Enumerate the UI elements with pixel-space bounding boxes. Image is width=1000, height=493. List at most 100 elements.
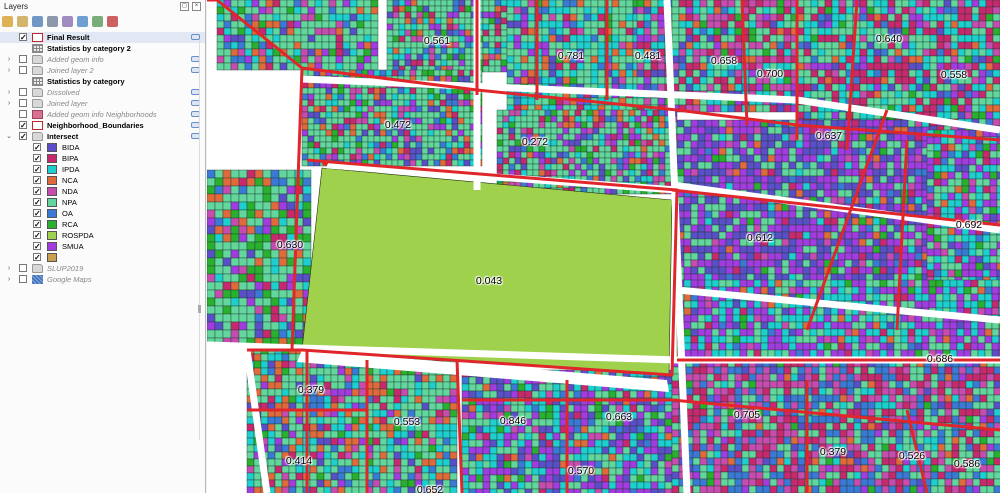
visibility-checkbox[interactable] <box>19 99 27 107</box>
layer-row[interactable]: Statistics by category <box>0 76 205 87</box>
layer-row[interactable]: Added geom info Neighborhoods <box>0 109 205 120</box>
legend-category-row[interactable]: ✓ OA <box>0 208 205 219</box>
land-parcel <box>753 168 762 177</box>
land-parcel <box>309 423 318 432</box>
open-layer-styling-icon[interactable] <box>2 15 13 27</box>
category-checkbox[interactable]: ✓ <box>33 165 41 174</box>
land-parcel <box>985 13 994 22</box>
visibility-checkbox[interactable] <box>19 110 27 118</box>
legend-category-row[interactable]: ✓ IPDA <box>0 164 205 175</box>
legend-category-row[interactable]: ✓ RCA <box>0 219 205 230</box>
category-checkbox[interactable]: ✓ <box>33 176 41 185</box>
legend-category-row[interactable]: ✓ BIDA <box>0 142 205 153</box>
land-parcel <box>625 41 634 50</box>
land-parcel <box>940 262 949 271</box>
land-parcel <box>449 472 458 481</box>
land-parcel <box>251 0 260 8</box>
land-parcel <box>583 6 592 15</box>
land-parcel <box>446 53 454 61</box>
category-checkbox[interactable]: ✓ <box>33 231 41 240</box>
category-checkbox[interactable]: ✓ <box>33 187 41 196</box>
expand-arrow-icon[interactable]: › <box>5 98 13 109</box>
legend-category-row[interactable]: ✓ SMUA <box>0 241 205 252</box>
layer-row[interactable]: › Joined layer <box>0 98 205 109</box>
land-parcel <box>873 48 882 57</box>
expand-arrow-icon[interactable]: › <box>5 263 13 274</box>
land-parcel <box>943 13 952 22</box>
legend-category-row[interactable]: ✓ NCA <box>0 175 205 186</box>
float-panel-icon[interactable]: ◻ <box>180 2 189 11</box>
close-icon[interactable]: × <box>192 2 201 11</box>
category-checkbox[interactable]: ✓ <box>33 253 41 262</box>
layer-row[interactable]: ✓ Final Result <box>0 32 205 43</box>
visibility-checkbox[interactable]: ✓ <box>19 33 27 42</box>
visibility-checkbox[interactable] <box>19 275 27 283</box>
visibility-checkbox[interactable]: ✓ <box>19 121 27 130</box>
land-parcel <box>753 300 762 309</box>
vertical-scrollbar[interactable] <box>197 40 202 440</box>
map-canvas[interactable]: 0.561 0.781 0.481 0.658 0.640 0.700 0.558 0.472… <box>207 0 1000 493</box>
visibility-checkbox[interactable] <box>19 88 27 96</box>
land-parcel <box>300 27 309 36</box>
land-parcel <box>914 286 923 295</box>
legend-category-row[interactable]: ✓ NDA <box>0 186 205 197</box>
scrollbar-thumb[interactable] <box>198 305 201 313</box>
layer-row[interactable]: Statistics by category 2 <box>0 43 205 54</box>
category-checkbox[interactable]: ✓ <box>33 242 41 251</box>
visibility-checkbox[interactable]: ✓ <box>19 132 27 141</box>
expand-arrow-icon[interactable]: › <box>5 274 13 285</box>
category-checkbox[interactable]: ✓ <box>33 143 41 152</box>
layer-row[interactable]: › Dissolved <box>0 87 205 98</box>
expand-arrow-icon[interactable]: › <box>5 65 13 76</box>
land-parcel <box>658 115 666 123</box>
visibility-checkbox[interactable] <box>19 55 27 63</box>
collapse-all-icon[interactable] <box>92 15 103 27</box>
filter-legend-icon[interactable] <box>47 15 58 27</box>
category-checkbox[interactable]: ✓ <box>33 154 41 163</box>
land-parcel <box>428 430 437 439</box>
land-parcel <box>344 458 353 467</box>
legend-category-row[interactable]: ✓ BIPA <box>0 153 205 164</box>
expand-arrow-icon[interactable]: ⌄ <box>5 131 13 142</box>
expand-arrow-icon[interactable]: › <box>5 87 13 98</box>
visibility-checkbox[interactable] <box>19 264 27 272</box>
category-checkbox[interactable]: ✓ <box>33 198 41 207</box>
land-parcel <box>781 328 790 337</box>
manage-visibility-icon[interactable] <box>32 15 43 27</box>
land-parcel <box>989 192 998 201</box>
layer-row[interactable]: › SLUP2019 <box>0 263 205 274</box>
land-parcel <box>451 123 459 131</box>
layer-row[interactable]: › Google Maps <box>0 274 205 285</box>
layer-row[interactable]: › Added geom info <box>0 54 205 65</box>
land-parcel <box>386 472 395 481</box>
legend-category-row[interactable]: ✓ ROSPDA <box>0 230 205 241</box>
category-checkbox[interactable]: ✓ <box>33 209 41 218</box>
land-parcel <box>753 335 762 344</box>
category-checkbox[interactable]: ✓ <box>33 220 41 229</box>
land-parcel <box>831 76 840 85</box>
remove-layer-icon[interactable] <box>107 15 118 27</box>
land-parcel <box>810 34 819 43</box>
legend-category-row[interactable]: ✓ NPA <box>0 197 205 208</box>
land-parcel <box>657 62 666 71</box>
land-parcel <box>697 328 706 337</box>
legend-category-row[interactable]: ✓ <box>0 252 205 263</box>
expand-all-icon[interactable] <box>77 15 88 27</box>
land-parcel <box>337 93 345 101</box>
layer-row[interactable]: ⌄ ✓ Intersect <box>0 131 205 142</box>
add-group-icon[interactable] <box>17 15 28 27</box>
land-parcel <box>781 161 790 170</box>
land-parcel <box>830 119 839 128</box>
land-parcel <box>978 97 987 106</box>
land-parcel <box>921 328 930 337</box>
land-parcel <box>802 252 811 261</box>
land-parcel <box>900 279 909 288</box>
expand-arrow-icon[interactable]: › <box>5 54 13 65</box>
visibility-checkbox[interactable] <box>19 66 27 74</box>
land-parcel <box>851 328 860 337</box>
layer-row[interactable]: ✓ Neighborhood_Boundaries <box>0 120 205 131</box>
layer-row[interactable]: › Joined layer 2 <box>0 65 205 76</box>
land-parcel <box>956 335 965 344</box>
filter-expression-icon[interactable] <box>62 15 73 27</box>
land-parcel <box>274 381 283 390</box>
